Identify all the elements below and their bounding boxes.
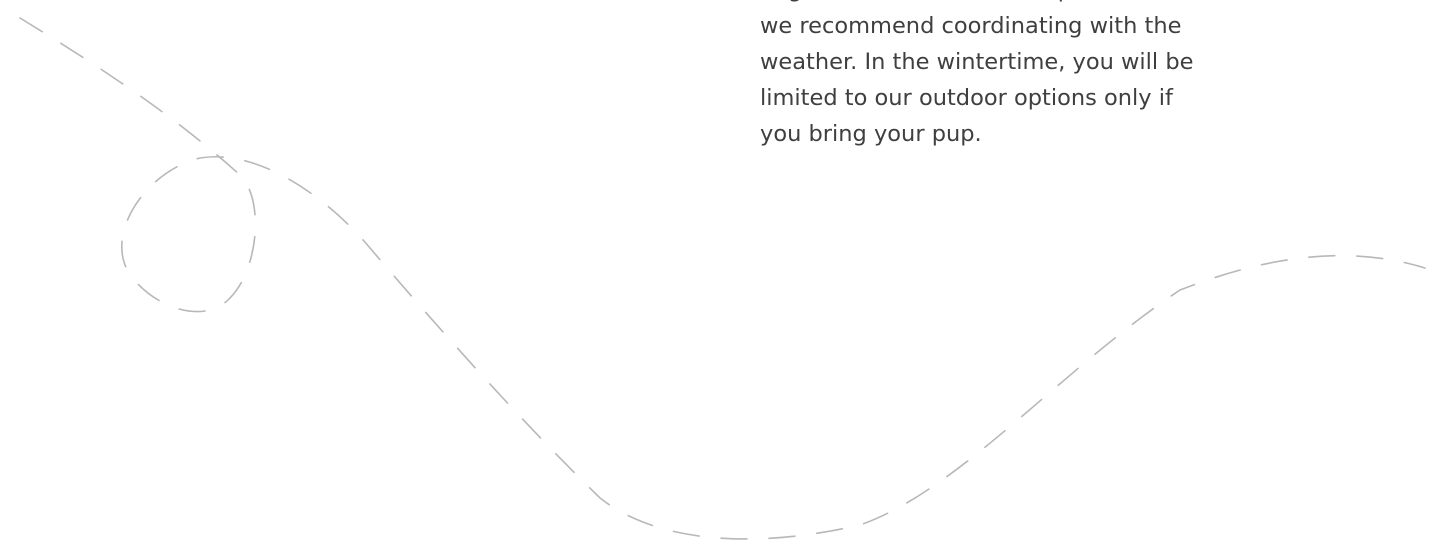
paragraph-line: dogs on seasonal outdoor patios, so (760, 0, 1320, 8)
paragraph-line: weather. In the wintertime, you will be (760, 49, 1194, 75)
paragraph-line: you bring your pup. (760, 121, 982, 147)
page: dogs on seasonal outdoor patios, so we r… (0, 0, 1442, 548)
paragraph-line: we recommend coordinating with the (760, 13, 1182, 39)
paragraph-line: limited to our outdoor options only if (760, 85, 1173, 111)
pet-policy-paragraph: dogs on seasonal outdoor patios, so we r… (760, 0, 1320, 152)
